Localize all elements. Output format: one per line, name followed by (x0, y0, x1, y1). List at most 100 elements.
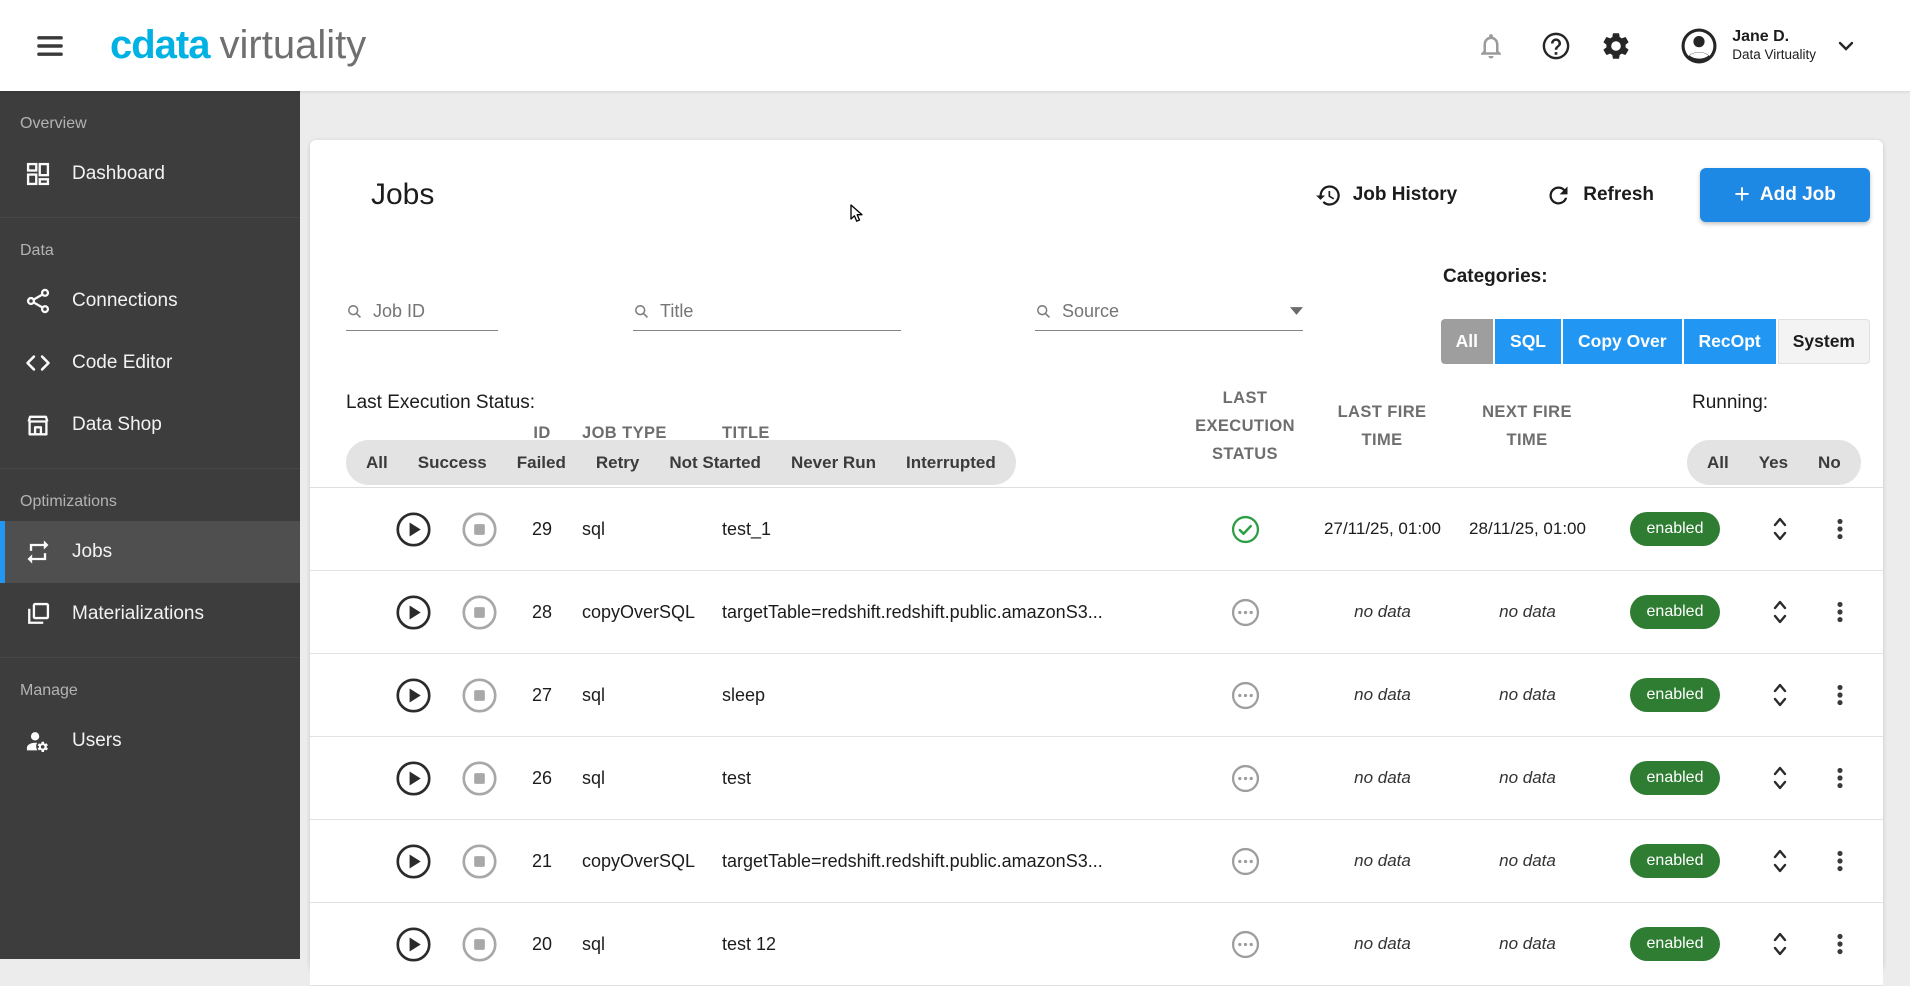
reorder-control[interactable] (1750, 844, 1810, 878)
run-job-button[interactable] (380, 760, 446, 797)
data-shop-icon (24, 411, 52, 439)
search-icon (633, 303, 650, 320)
column-header-id[interactable]: ID (512, 424, 572, 443)
title-input[interactable] (658, 300, 901, 323)
status-filter-interrupted[interactable]: Interrupted (891, 440, 1011, 485)
running-filter-all[interactable]: All (1692, 440, 1744, 485)
reorder-control[interactable] (1750, 595, 1810, 629)
status-filter-all[interactable]: All (351, 440, 403, 485)
column-header-title[interactable]: TITLE (722, 424, 770, 443)
sidebar-item-data-shop[interactable]: Data Shop (0, 394, 300, 456)
row-menu-button[interactable] (1810, 764, 1870, 792)
stop-job-button[interactable] (446, 926, 512, 963)
success-check-icon (1180, 515, 1310, 544)
add-job-label: Add Job (1760, 184, 1836, 206)
stop-icon (461, 760, 498, 797)
reorder-control[interactable] (1750, 927, 1810, 961)
category-copy-over[interactable]: Copy Over (1563, 319, 1682, 364)
stop-job-button[interactable] (446, 594, 512, 631)
chevron-down-icon[interactable] (1834, 34, 1858, 58)
run-job-button[interactable] (380, 594, 446, 631)
help-icon[interactable] (1540, 30, 1572, 62)
row-menu-button[interactable] (1810, 681, 1870, 709)
row-menu-button[interactable] (1810, 598, 1870, 626)
job-type: sql (572, 768, 712, 789)
row-menu-button[interactable] (1810, 847, 1870, 875)
page-title: Jobs (371, 178, 434, 212)
top-header: cdata virtuality Jane D. Data Virtuality (0, 0, 1910, 91)
menu-icon[interactable] (30, 26, 70, 66)
stop-job-button[interactable] (446, 760, 512, 797)
sidebar-section-label: Data (0, 242, 300, 270)
sidebar-item-label: Connections (72, 290, 178, 312)
play-icon (395, 926, 432, 963)
sidebar-section: Overview Dashboard (0, 91, 300, 205)
running-filter-group: All Yes No (1687, 440, 1861, 485)
sidebar-item-materializations[interactable]: Materializations (0, 583, 300, 645)
title-filter (633, 292, 901, 331)
stop-job-button[interactable] (446, 511, 512, 548)
row-menu-button[interactable] (1810, 930, 1870, 958)
sidebar-item-dashboard[interactable]: Dashboard (0, 143, 300, 205)
sort-arrows-icon (1770, 512, 1790, 546)
last-fire-time: no data (1310, 602, 1455, 622)
sidebar-item-code-editor[interactable]: Code Editor (0, 332, 300, 394)
code-editor-icon (24, 349, 52, 377)
status-filter-success[interactable]: Success (403, 440, 502, 485)
column-header-next-fire-time[interactable]: NEXT FIRE TIME (1472, 398, 1582, 454)
pending-dots-icon (1180, 598, 1310, 627)
category-system[interactable]: System (1778, 319, 1870, 364)
category-all[interactable]: All (1441, 319, 1493, 364)
run-job-button[interactable] (380, 843, 446, 880)
column-header-last-fire-time[interactable]: LAST FIRE TIME (1327, 398, 1437, 454)
status-filter-failed[interactable]: Failed (502, 440, 581, 485)
bell-icon[interactable] (1476, 31, 1506, 61)
stop-job-button[interactable] (446, 677, 512, 714)
next-fire-time: no data (1455, 685, 1600, 705)
play-icon (395, 511, 432, 548)
sidebar-nav: Overview Dashboard Data Connections Code… (0, 91, 300, 772)
reorder-control[interactable] (1750, 678, 1810, 712)
category-recopt[interactable]: RecOpt (1684, 319, 1776, 364)
category-sql[interactable]: SQL (1495, 319, 1561, 364)
source-filter (1035, 292, 1303, 331)
run-job-button[interactable] (380, 511, 446, 548)
kebab-icon (1826, 764, 1854, 792)
sidebar-section: Manage Users (0, 657, 300, 772)
sidebar-item-label: Data Shop (72, 414, 162, 436)
column-header-last-execution-status[interactable]: LAST EXECUTION STATUS (1185, 384, 1305, 468)
stop-job-button[interactable] (446, 843, 512, 880)
job-id-filter (346, 292, 498, 331)
table-row: 27 sql sleep no data no data enabled (310, 654, 1883, 737)
status-filter-never-run[interactable]: Never Run (776, 440, 891, 485)
stop-icon (461, 843, 498, 880)
add-job-button[interactable]: + Add Job (1700, 168, 1870, 222)
run-job-button[interactable] (380, 677, 446, 714)
sidebar-item-users[interactable]: Users (0, 710, 300, 772)
reorder-control[interactable] (1750, 512, 1810, 546)
column-header-job-type[interactable]: JOB TYPE (582, 424, 667, 443)
status-filter-not-started[interactable]: Not Started (654, 440, 776, 485)
job-history-button[interactable]: Job History (1315, 182, 1458, 209)
dropdown-caret-icon[interactable] (1290, 307, 1303, 315)
reorder-control[interactable] (1750, 761, 1810, 795)
run-job-button[interactable] (380, 926, 446, 963)
jobs-table-body: 29 sql test_1 27/11/25, 01:00 28/11/25, … (310, 487, 1883, 986)
avatar-icon[interactable] (1678, 25, 1720, 67)
running-filter-yes[interactable]: Yes (1744, 440, 1803, 485)
user-menu[interactable]: Jane D. Data Virtuality (1732, 27, 1816, 64)
sidebar-item-jobs[interactable]: Jobs (0, 521, 300, 583)
users-icon (24, 727, 52, 755)
running-filter-no[interactable]: No (1803, 440, 1856, 485)
logo-product-text: virtuality (220, 23, 367, 68)
refresh-button[interactable]: Refresh (1545, 182, 1654, 209)
source-input[interactable] (1060, 300, 1282, 323)
status-filter-retry[interactable]: Retry (581, 440, 654, 485)
sidebar-item-label: Materializations (72, 603, 204, 625)
sidebar-item-connections[interactable]: Connections (0, 270, 300, 332)
gear-icon[interactable] (1600, 30, 1632, 62)
kebab-icon (1826, 598, 1854, 626)
job-id-input[interactable] (371, 300, 498, 323)
row-menu-button[interactable] (1810, 515, 1870, 543)
last-fire-time: no data (1310, 768, 1455, 788)
